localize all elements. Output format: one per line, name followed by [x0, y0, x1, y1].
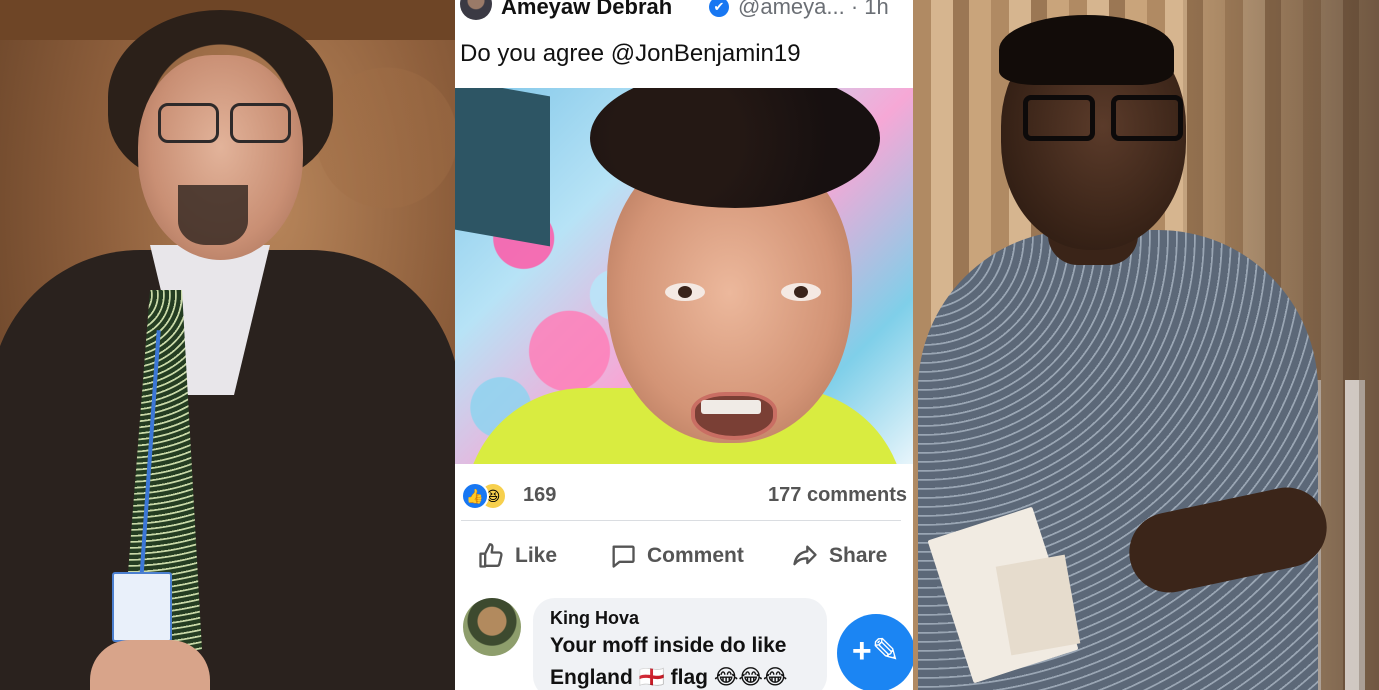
share-button[interactable]: Share — [791, 536, 887, 576]
comment-text: Your moff inside do like England 🏴󠁧󠁢󠁥󠁮󠁧󠁿… — [550, 634, 788, 689]
post-video[interactable] — [455, 88, 913, 464]
reactions-bar[interactable]: 👍 😆 169 177 comments — [461, 482, 911, 510]
left-photo — [0, 0, 455, 690]
comment-label: Comment — [647, 544, 744, 567]
verified-badge-icon: ✔ — [709, 0, 729, 17]
comment-icon — [612, 545, 635, 568]
facebook-post: Ameyaw Debrah ✔ @ameya... · 1h Do you ag… — [455, 0, 913, 690]
action-bar: Like Comment Share — [455, 536, 913, 576]
commenter-avatar[interactable] — [463, 598, 521, 656]
left-eye — [665, 283, 705, 301]
comment-button[interactable]: Comment — [609, 536, 744, 576]
wall-frame — [455, 88, 550, 247]
id-badge — [112, 572, 172, 642]
right-eye — [781, 283, 821, 301]
reaction-count[interactable]: 169 — [523, 484, 556, 507]
comments-count[interactable]: 177 comments — [768, 484, 907, 507]
author-avatar[interactable] — [460, 0, 492, 20]
comment-bubble[interactable]: King Hova Your moff inside do like Engla… — [533, 598, 827, 690]
hands — [90, 640, 210, 690]
hair — [999, 15, 1174, 85]
post-header: Ameyaw Debrah ✔ @ameya... · 1h — [455, 0, 913, 30]
post-caption: Do you agree @JonBenjamin19 — [460, 40, 801, 67]
like-reaction-icon: 👍 — [461, 482, 489, 510]
glasses — [1023, 95, 1183, 141]
thumbs-up-icon — [479, 543, 503, 568]
like-button[interactable]: Like — [477, 536, 557, 576]
comment: King Hova Your moff inside do like Engla… — [455, 592, 913, 690]
author-handle-time: @ameya... · 1h — [738, 0, 889, 19]
beard — [178, 185, 248, 245]
commenter-name[interactable]: King Hova — [550, 608, 639, 629]
teeth — [701, 400, 761, 414]
compose-icon[interactable]: +✎ — [837, 614, 913, 690]
right-photo — [913, 0, 1379, 690]
author-name[interactable]: Ameyaw Debrah — [501, 0, 672, 20]
divider — [461, 520, 901, 521]
glasses — [158, 103, 293, 143]
like-label: Like — [515, 544, 558, 567]
share-label: Share — [829, 544, 888, 567]
share-icon — [793, 545, 817, 566]
